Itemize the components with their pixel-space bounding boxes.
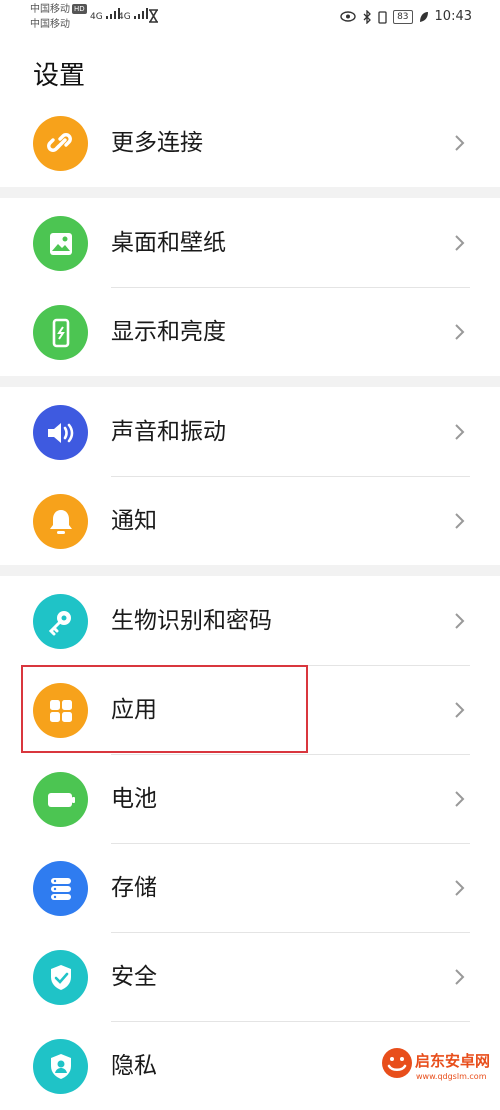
chevron-right-icon: [455, 324, 465, 340]
chevron-right-icon: [455, 424, 465, 440]
eye-icon: [340, 11, 356, 22]
key-icon: [33, 594, 88, 649]
settings-item-storage[interactable]: 存储: [0, 844, 500, 932]
settings-item-label: 显示和亮度: [111, 319, 226, 345]
settings-item-home-wallpaper[interactable]: 桌面和壁纸: [0, 199, 500, 287]
section-gap: [0, 565, 500, 576]
settings-item-label: 电池: [111, 786, 157, 812]
settings-item-battery[interactable]: 电池: [0, 755, 500, 843]
chevron-right-icon: [455, 513, 465, 529]
link-icon: [33, 116, 88, 171]
bluetooth-icon: [363, 9, 371, 24]
chevron-right-icon: [455, 613, 465, 629]
vibrate-icon: [378, 10, 387, 24]
bell-icon: [33, 494, 88, 549]
display-icon: [33, 305, 88, 360]
settings-item-label: 声音和振动: [111, 419, 226, 445]
battery-icon: [33, 772, 88, 827]
hourglass-icon: [149, 9, 158, 23]
chevron-right-icon: [455, 791, 465, 807]
signal-2: 4G: [118, 8, 150, 22]
chevron-right-icon: [455, 969, 465, 985]
highlight-box: [21, 665, 308, 753]
settings-item-label: 安全: [111, 964, 157, 990]
settings-item-more-connections[interactable]: 更多连接: [0, 99, 500, 187]
signal-1: 4G: [90, 8, 122, 22]
settings-item-label: 桌面和壁纸: [111, 230, 226, 256]
hd-badge: HD: [72, 4, 87, 14]
status-right: 83 10:43: [340, 9, 472, 24]
speaker-icon: [33, 405, 88, 460]
chevron-right-icon: [455, 135, 465, 151]
page-title: 设置: [33, 61, 86, 91]
settings-item-sound-vibration[interactable]: 声音和振动: [0, 388, 500, 476]
section-gap: [0, 376, 500, 387]
shield-icon: [33, 950, 88, 1005]
watermark-text: 启东安卓网: [415, 1052, 490, 1070]
battery-indicator: 83: [393, 9, 413, 24]
watermark-url: www.qdgslm.com: [416, 1072, 487, 1081]
settings-item-display-brightness[interactable]: 显示和亮度: [0, 288, 500, 376]
storage-icon: [33, 861, 88, 916]
privacy-icon: [33, 1039, 88, 1094]
status-bar: 中国移动 HD 中国移动 4G 4G 83 10:43: [0, 0, 500, 34]
section-gap: [0, 187, 500, 198]
settings-item-notifications[interactable]: 通知: [0, 477, 500, 565]
leaf-icon: [419, 11, 428, 22]
chevron-right-icon: [455, 235, 465, 251]
settings-item-label: 隐私: [111, 1053, 157, 1079]
clock: 10:43: [434, 9, 472, 24]
carrier-2: 中国移动: [30, 19, 70, 30]
watermark-logo: 启东安卓网 www.qdgslm.com: [382, 1048, 490, 1081]
chevron-right-icon: [455, 880, 465, 896]
image-icon: [33, 216, 88, 271]
settings-item-label: 存储: [111, 875, 157, 901]
settings-item-label: 更多连接: [111, 130, 203, 156]
carrier-1: 中国移动 HD: [30, 4, 87, 15]
settings-item-biometrics-password[interactable]: 生物识别和密码: [0, 577, 500, 665]
chevron-right-icon: [455, 702, 465, 718]
settings-item-label: 通知: [111, 508, 157, 534]
settings-item-security[interactable]: 安全: [0, 933, 500, 1021]
settings-item-label: 生物识别和密码: [111, 608, 272, 634]
